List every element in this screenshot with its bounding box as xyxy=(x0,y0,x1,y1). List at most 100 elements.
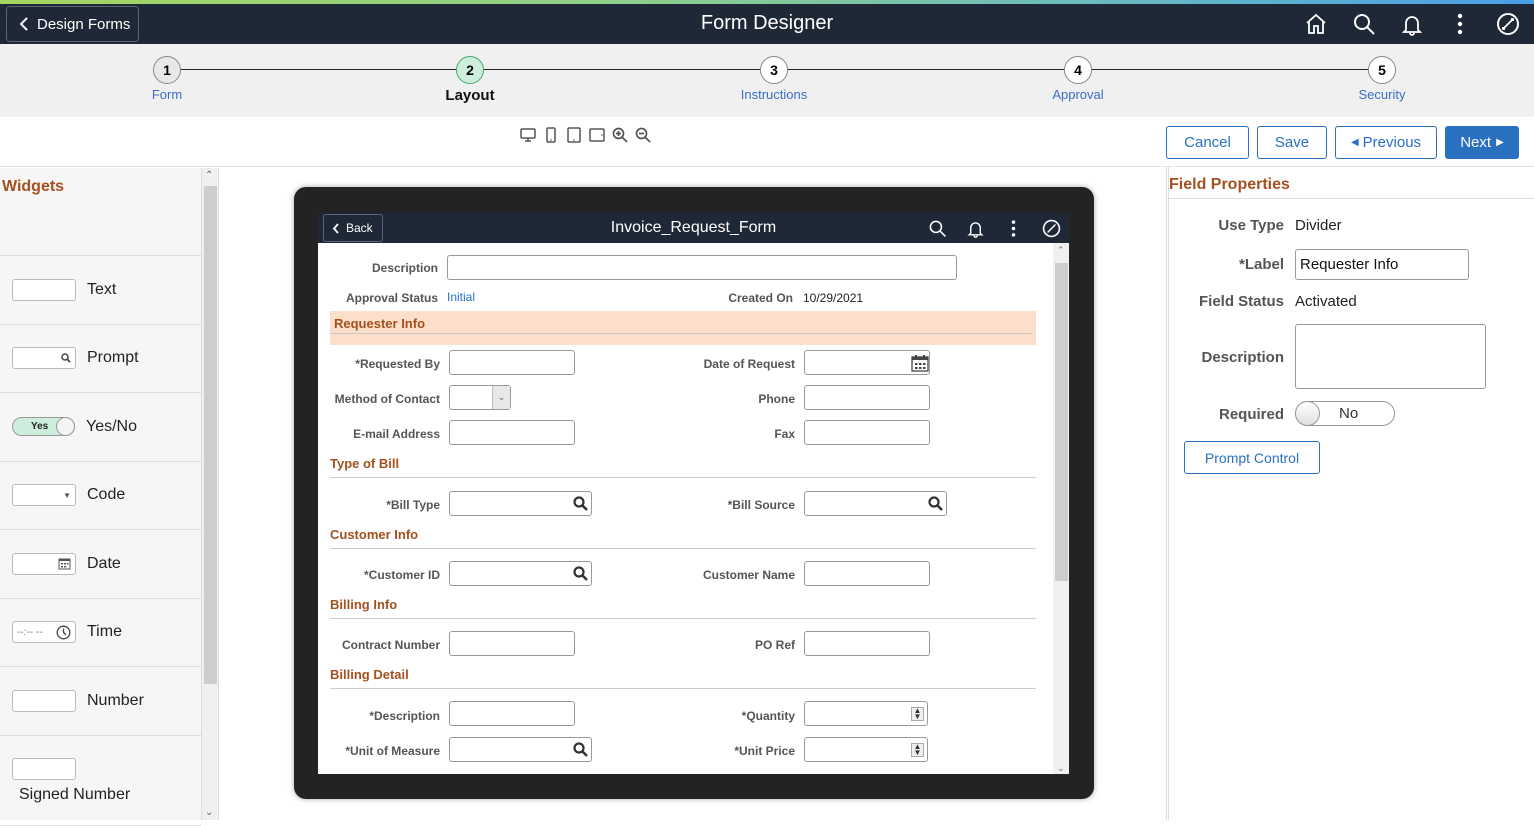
bell-icon[interactable] xyxy=(1396,10,1428,38)
widget-prompt[interactable]: Prompt xyxy=(0,325,201,393)
widget-yes-no[interactable]: Yes Yes/No xyxy=(0,393,201,462)
toggle-text: Yes xyxy=(31,421,49,433)
contract-number-label: Contract Number xyxy=(341,638,440,652)
home-icon[interactable] xyxy=(1300,10,1332,38)
widget-signed-number[interactable]: Signed Number xyxy=(0,736,201,826)
compass-icon[interactable] xyxy=(1492,10,1524,38)
contract-number-field[interactable] xyxy=(449,631,575,656)
save-button[interactable]: Save xyxy=(1257,126,1327,159)
search-icon[interactable] xyxy=(573,566,588,581)
number-widget-preview xyxy=(12,689,76,712)
customer-name-field[interactable] xyxy=(804,561,930,586)
widget-label: Time xyxy=(87,623,122,641)
form-body: Description Approval Status Initial Crea… xyxy=(318,243,1053,774)
code-widget-preview: ▼ xyxy=(12,484,76,507)
date-of-request-field[interactable] xyxy=(804,350,930,375)
signed-number-widget-preview xyxy=(12,757,76,780)
quantity-field[interactable]: ▲ ▼ xyxy=(804,701,928,726)
bill-source-field[interactable] xyxy=(804,491,947,516)
step-navigator: 1 Form 2 Layout 3 Instructions 4 Approva… xyxy=(0,44,1534,117)
description-textarea[interactable] xyxy=(1295,324,1486,389)
unit-price-field[interactable]: ▲ ▼ xyxy=(804,737,928,762)
toggle-knob xyxy=(1295,401,1320,426)
compass-icon[interactable] xyxy=(1039,216,1063,240)
spinner-icon[interactable]: ▲ ▼ xyxy=(911,707,924,721)
po-ref-label: PO Ref xyxy=(754,638,795,652)
method-of-contact-select[interactable]: ⌄ xyxy=(449,385,511,410)
widget-label: Text xyxy=(87,280,117,298)
calendar-icon[interactable] xyxy=(910,353,930,373)
step-number: 3 xyxy=(760,56,788,84)
desktop-icon[interactable] xyxy=(519,126,536,144)
cancel-button[interactable]: Cancel xyxy=(1166,126,1249,159)
bell-icon[interactable] xyxy=(963,216,987,240)
widgets-title: Widgets xyxy=(0,168,201,256)
search-icon xyxy=(61,353,71,363)
search-icon[interactable] xyxy=(925,216,949,240)
more-vertical-icon[interactable] xyxy=(1001,216,1025,240)
scroll-thumb[interactable] xyxy=(1055,263,1068,581)
search-icon[interactable] xyxy=(573,742,588,757)
detail-description-label: *Description xyxy=(369,709,440,723)
prompt-control-button[interactable]: Prompt Control xyxy=(1184,441,1320,474)
section-billing-detail[interactable]: Billing Detail xyxy=(330,667,1036,689)
more-vertical-icon[interactable] xyxy=(1444,10,1476,38)
scroll-down-icon[interactable]: ⌄ xyxy=(205,807,213,818)
section-requester-info[interactable]: Requester Info xyxy=(330,311,1036,345)
widget-code[interactable]: ▼ Code xyxy=(0,462,201,530)
email-field[interactable] xyxy=(449,420,575,445)
search-icon[interactable] xyxy=(573,496,588,511)
scroll-down-icon[interactable]: ⌄ xyxy=(1057,763,1065,774)
step-label: Form xyxy=(151,87,183,102)
next-label: Next xyxy=(1460,134,1492,151)
unit-of-measure-label: *Unit of Measure xyxy=(345,744,440,758)
required-toggle[interactable]: No xyxy=(1295,401,1395,426)
step-security[interactable]: 5 Security xyxy=(1322,56,1442,102)
step-instructions[interactable]: 3 Instructions xyxy=(714,56,834,102)
top-banner: Design Forms Form Designer xyxy=(0,4,1534,44)
scroll-up-icon[interactable]: ⌃ xyxy=(205,170,213,181)
tablet-landscape-icon[interactable] xyxy=(588,126,605,144)
widget-label: Number xyxy=(87,691,144,709)
step-form[interactable]: 1 Form xyxy=(107,56,227,102)
detail-description-field[interactable] xyxy=(449,701,575,726)
previous-button[interactable]: ◀ Previous xyxy=(1335,126,1437,159)
search-icon[interactable] xyxy=(928,496,943,511)
spinner-icon[interactable]: ▲ ▼ xyxy=(911,743,924,757)
created-on-label: Created On xyxy=(728,291,793,305)
label-input[interactable]: Requester Info xyxy=(1295,249,1469,280)
use-type-label: Use Type xyxy=(1218,217,1284,234)
phone-field[interactable] xyxy=(804,385,930,410)
preview-scrollbar[interactable]: ⌃ ⌄ xyxy=(1053,243,1069,774)
step-approval[interactable]: 4 Approval xyxy=(1018,56,1138,102)
requested-by-field[interactable] xyxy=(449,350,575,375)
phone-icon[interactable] xyxy=(542,126,559,144)
customer-id-label: *Customer ID xyxy=(363,568,440,582)
customer-id-field[interactable] xyxy=(449,561,592,586)
widget-label: Prompt xyxy=(87,349,139,367)
section-type-of-bill[interactable]: Type of Bill xyxy=(330,456,1036,478)
widget-text[interactable]: Text xyxy=(0,256,201,325)
widget-time[interactable]: --:-- -- Time xyxy=(0,599,201,667)
description-field[interactable] xyxy=(447,255,957,280)
widget-date[interactable]: Date xyxy=(0,530,201,599)
next-button[interactable]: Next ▶ xyxy=(1445,126,1519,159)
bill-type-field[interactable] xyxy=(449,491,592,516)
section-billing-info[interactable]: Billing Info xyxy=(330,597,1036,619)
widget-number[interactable]: Number xyxy=(0,667,201,736)
zoom-out-icon[interactable] xyxy=(634,126,651,144)
step-label: Security xyxy=(1358,87,1406,102)
search-icon[interactable] xyxy=(1348,10,1380,38)
tablet-portrait-icon[interactable] xyxy=(565,126,582,144)
step-label: Layout xyxy=(445,87,495,104)
zoom-in-icon[interactable] xyxy=(611,126,628,144)
po-ref-field[interactable] xyxy=(804,631,930,656)
unit-of-measure-field[interactable] xyxy=(449,737,592,762)
scroll-thumb[interactable] xyxy=(204,186,217,684)
step-layout[interactable]: 2 Layout xyxy=(410,56,530,104)
chevron-down-icon[interactable]: ⌄ xyxy=(492,386,510,409)
widgets-scrollbar[interactable]: ⌃ ⌄ xyxy=(202,168,219,820)
section-customer-info[interactable]: Customer Info xyxy=(330,527,1036,549)
scroll-up-icon[interactable]: ⌃ xyxy=(1057,245,1065,256)
fax-field[interactable] xyxy=(804,420,930,445)
